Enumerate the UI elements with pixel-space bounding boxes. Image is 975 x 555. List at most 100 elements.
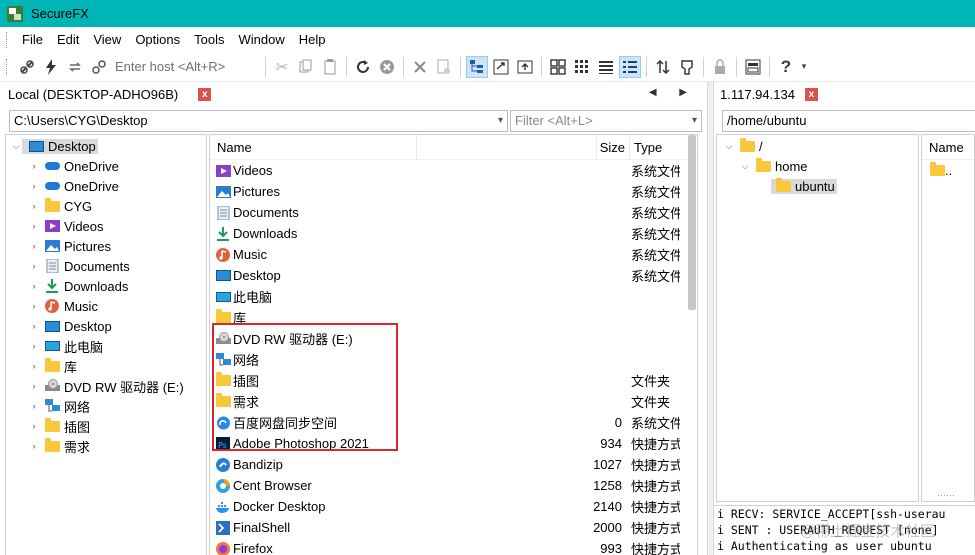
local-path-input[interactable]: C:\Users\CYG\Desktop ▾ <box>9 110 508 132</box>
file-row[interactable]: Firefox 993 快捷方式 <box>210 538 697 555</box>
chevron-right-icon[interactable]: › <box>28 361 40 371</box>
details-view-icon[interactable] <box>619 55 641 78</box>
file-row[interactable]: Downloads 系统文件夹 <box>210 223 697 244</box>
quick-connect-icon[interactable] <box>40 56 62 78</box>
chevron-right-icon[interactable]: › <box>28 201 40 211</box>
tree-item[interactable]: › DVD RW 驱动器 (E:) <box>6 376 206 396</box>
chevron-right-icon[interactable]: › <box>28 241 40 251</box>
chevron-right-icon[interactable]: › <box>28 301 40 311</box>
small-icons-view-icon[interactable] <box>571 56 593 78</box>
refresh-icon[interactable] <box>352 56 374 78</box>
chevron-right-icon[interactable]: › <box>28 181 40 191</box>
transfer-queue-icon[interactable] <box>652 56 674 78</box>
enter-host-field[interactable]: Enter host <Alt+R> <box>115 59 255 74</box>
help-icon[interactable]: ? <box>775 56 797 78</box>
tree-item[interactable]: › 此电脑 <box>6 336 206 356</box>
remote-parent-dir-item[interactable]: .. <box>922 160 974 180</box>
tree-item[interactable]: › OneDrive <box>6 176 206 196</box>
tree-item[interactable]: › 网络 <box>6 396 206 416</box>
file-row[interactable]: 此电脑 <box>210 286 697 307</box>
column-header-name[interactable]: Name <box>210 135 417 159</box>
menu-help[interactable]: Help <box>292 27 333 52</box>
cut-icon[interactable]: ✂ <box>271 56 293 78</box>
tree-item[interactable]: › Music <box>6 296 206 316</box>
lock-icon[interactable] <box>709 56 731 78</box>
chevron-right-icon[interactable]: › <box>28 401 40 411</box>
connect-icon[interactable] <box>16 56 38 78</box>
menu-edit[interactable]: Edit <box>50 27 86 52</box>
tree-item[interactable]: › Downloads <box>6 276 206 296</box>
chevron-right-icon[interactable]: › <box>28 261 40 271</box>
chevron-right-icon[interactable]: › <box>28 281 40 291</box>
remote-tree-item-home[interactable]: ⌵ home <box>717 156 918 176</box>
remote-tab[interactable]: 1.117.94.134 x <box>714 82 975 106</box>
chevron-right-icon[interactable]: › <box>28 341 40 351</box>
menu-options[interactable]: Options <box>128 27 187 52</box>
file-row[interactable]: FinalShell 2000 快捷方式 <box>210 517 697 538</box>
file-list-scrollbar[interactable] <box>688 135 696 310</box>
remote-tree-item-ubuntu[interactable]: ubuntu <box>717 176 918 196</box>
chevron-right-icon[interactable]: › <box>28 321 40 331</box>
tree-item[interactable]: › Documents <box>6 256 206 276</box>
chevron-right-icon[interactable]: › <box>28 421 40 431</box>
tree-item[interactable]: › Pictures <box>6 236 206 256</box>
tree-item[interactable]: › 插图 <box>6 416 206 436</box>
tree-item[interactable]: › Videos <box>6 216 206 236</box>
tree-view-icon[interactable] <box>466 55 488 78</box>
chevron-down-icon[interactable]: ▾ <box>799 56 809 78</box>
stop-icon[interactable] <box>376 56 398 78</box>
tree-item[interactable]: › 库 <box>6 356 206 376</box>
parent-folder-icon[interactable] <box>514 56 536 78</box>
sync-dirs-icon[interactable] <box>490 56 512 78</box>
chevron-down-icon[interactable]: ⌵ <box>723 141 735 152</box>
local-tab[interactable]: Local (DESKTOP-ADHO96B) x ◀ ▶ <box>0 82 707 106</box>
menu-tools[interactable]: Tools <box>187 27 231 52</box>
column-header-type[interactable]: Type <box>630 135 682 159</box>
chevron-down-icon[interactable]: ⌵ <box>739 161 751 172</box>
file-row[interactable]: Desktop 系统文件夹 <box>210 265 697 286</box>
copy-icon[interactable] <box>295 56 317 78</box>
menu-view[interactable]: View <box>86 27 128 52</box>
remote-tree-item-root[interactable]: ⌵ / <box>717 136 918 156</box>
column-header-size[interactable]: Size <box>597 135 630 159</box>
tree-item[interactable]: › Desktop <box>6 316 206 336</box>
chevron-right-icon[interactable]: › <box>28 381 40 391</box>
file-row[interactable]: Docker Desktop 2140 快捷方式 <box>210 496 697 517</box>
list-view-icon[interactable] <box>595 56 617 78</box>
menu-window[interactable]: Window <box>231 27 291 52</box>
properties-icon[interactable] <box>433 56 455 78</box>
tree-item[interactable]: ⌵ Desktop <box>6 136 206 156</box>
close-local-tab-icon[interactable]: x <box>198 87 212 101</box>
file-row[interactable]: Videos 系统文件夹 <box>210 160 697 181</box>
tab-nav-arrows-icon[interactable]: ◀ ▶ <box>649 87 697 98</box>
file-row[interactable]: Bandizip 1027 快捷方式 <box>210 454 697 475</box>
resize-grip-icon[interactable]: ⋯⋯ <box>937 490 955 501</box>
tree-item[interactable]: › CYG <box>6 196 206 216</box>
file-row[interactable]: Music 系统文件夹 <box>210 244 697 265</box>
reconnect-icon[interactable] <box>64 56 86 78</box>
file-row[interactable]: Pictures 系统文件夹 <box>210 181 697 202</box>
close-remote-tab-icon[interactable]: x <box>804 87 818 101</box>
delete-icon[interactable] <box>409 56 431 78</box>
pane-splitter[interactable] <box>707 82 714 555</box>
filter-tool-icon[interactable] <box>676 56 698 78</box>
chevron-down-icon[interactable]: ▾ <box>498 111 503 131</box>
remote-column-header-name[interactable]: Name <box>922 135 974 160</box>
remote-path-input[interactable]: /home/ubuntu <box>722 110 975 132</box>
file-name: Firefox <box>233 541 273 555</box>
session-manager-icon[interactable] <box>742 56 764 78</box>
tree-item[interactable]: › OneDrive <box>6 156 206 176</box>
disconnect-icon[interactable] <box>88 56 110 78</box>
chevron-right-icon[interactable]: › <box>28 441 40 451</box>
chevron-right-icon[interactable]: › <box>28 221 40 231</box>
chevron-down-icon[interactable]: ⌵ <box>10 141 22 152</box>
file-row[interactable]: Cent Browser 1258 快捷方式 <box>210 475 697 496</box>
chevron-down-icon[interactable]: ▾ <box>692 111 697 131</box>
file-row[interactable]: Documents 系统文件夹 <box>210 202 697 223</box>
chevron-right-icon[interactable]: › <box>28 161 40 171</box>
menu-file[interactable]: File <box>15 27 50 52</box>
large-icons-view-icon[interactable] <box>547 56 569 78</box>
local-filter-input[interactable]: Filter <Alt+L> ▾ <box>510 110 702 132</box>
tree-item[interactable]: › 需求 <box>6 436 206 456</box>
paste-icon[interactable] <box>319 56 341 78</box>
